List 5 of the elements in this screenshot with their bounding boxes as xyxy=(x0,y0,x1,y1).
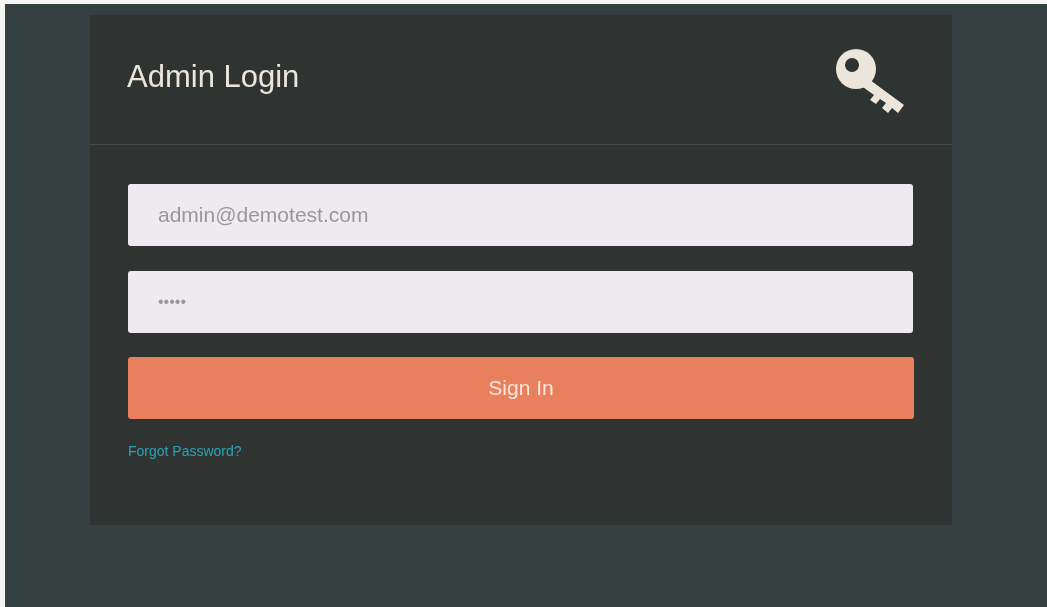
email-field[interactable]: admin@demotest.com xyxy=(128,184,913,246)
login-title: Admin Login xyxy=(127,58,300,95)
forgot-password-link[interactable]: Forgot Password? xyxy=(128,443,242,459)
password-field[interactable]: ••••• xyxy=(128,271,913,333)
sign-in-button[interactable]: Sign In xyxy=(128,357,914,419)
